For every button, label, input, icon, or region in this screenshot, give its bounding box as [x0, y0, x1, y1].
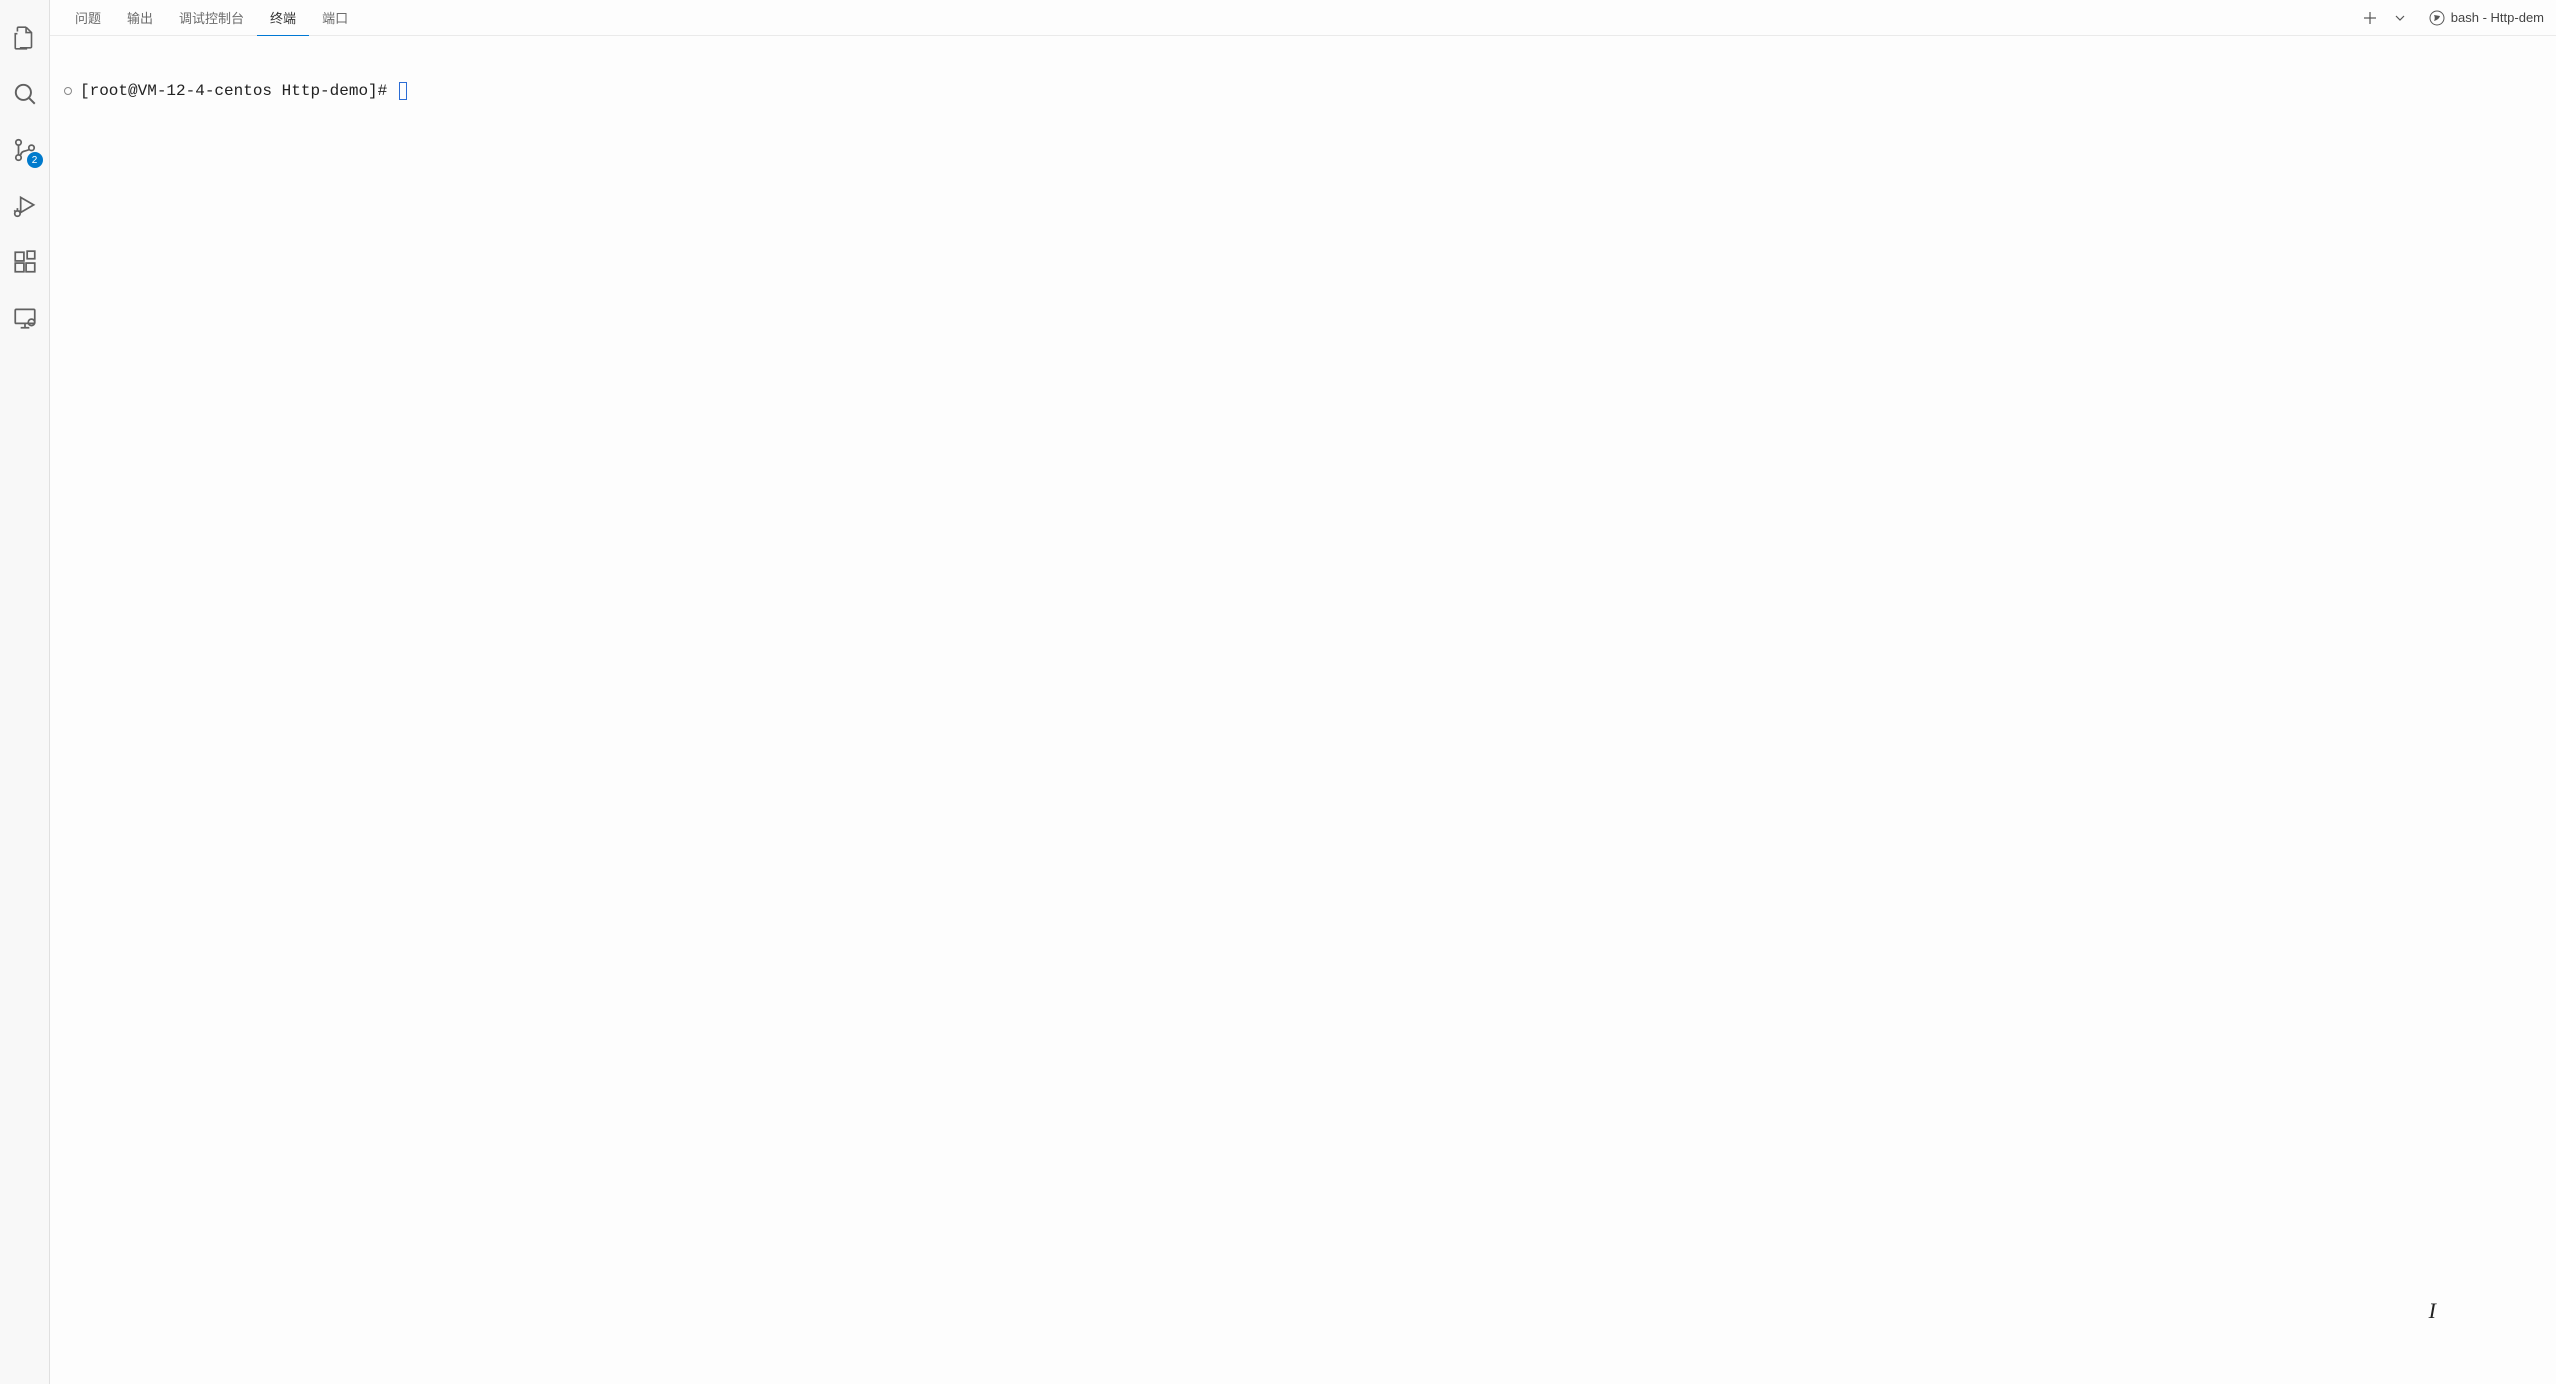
terminal-shell-label[interactable]: bash - Http-dem — [2429, 10, 2544, 26]
terminal-prompt: [root@VM-12-4-centos Http-demo]# — [80, 82, 387, 100]
bash-icon — [2429, 10, 2445, 26]
terminal-line: [root@VM-12-4-centos Http-demo]# — [64, 82, 2542, 100]
prompt-marker-icon — [64, 87, 72, 95]
source-control-icon[interactable]: 2 — [1, 126, 49, 174]
new-terminal-button[interactable] — [2359, 7, 2381, 29]
tab-debug-console[interactable]: 调试控制台 — [166, 0, 257, 36]
tab-terminal[interactable]: 终端 — [257, 0, 309, 36]
terminal-cursor — [399, 82, 407, 100]
search-icon[interactable] — [1, 70, 49, 118]
source-control-badge: 2 — [27, 152, 43, 168]
shell-name: bash - Http-dem — [2451, 10, 2544, 25]
explorer-icon[interactable] — [1, 14, 49, 62]
terminal-body[interactable]: [root@VM-12-4-centos Http-demo]# I — [50, 36, 2556, 1384]
terminal-dropdown-icon[interactable] — [2389, 7, 2411, 29]
activity-bar: 2 — [0, 0, 50, 1384]
text-cursor-icon: I — [2429, 1298, 2436, 1324]
tab-problems[interactable]: 问题 — [62, 0, 114, 36]
remote-explorer-icon[interactable] — [1, 294, 49, 342]
run-debug-icon[interactable] — [1, 182, 49, 230]
panel-tabs: 问题 输出 调试控制台 终端 端口 bash - H — [50, 0, 2556, 36]
extensions-icon[interactable] — [1, 238, 49, 286]
panel-area: 问题 输出 调试控制台 终端 端口 bash - H — [50, 0, 2556, 1384]
tab-output[interactable]: 输出 — [114, 0, 166, 36]
tab-ports[interactable]: 端口 — [309, 0, 361, 36]
